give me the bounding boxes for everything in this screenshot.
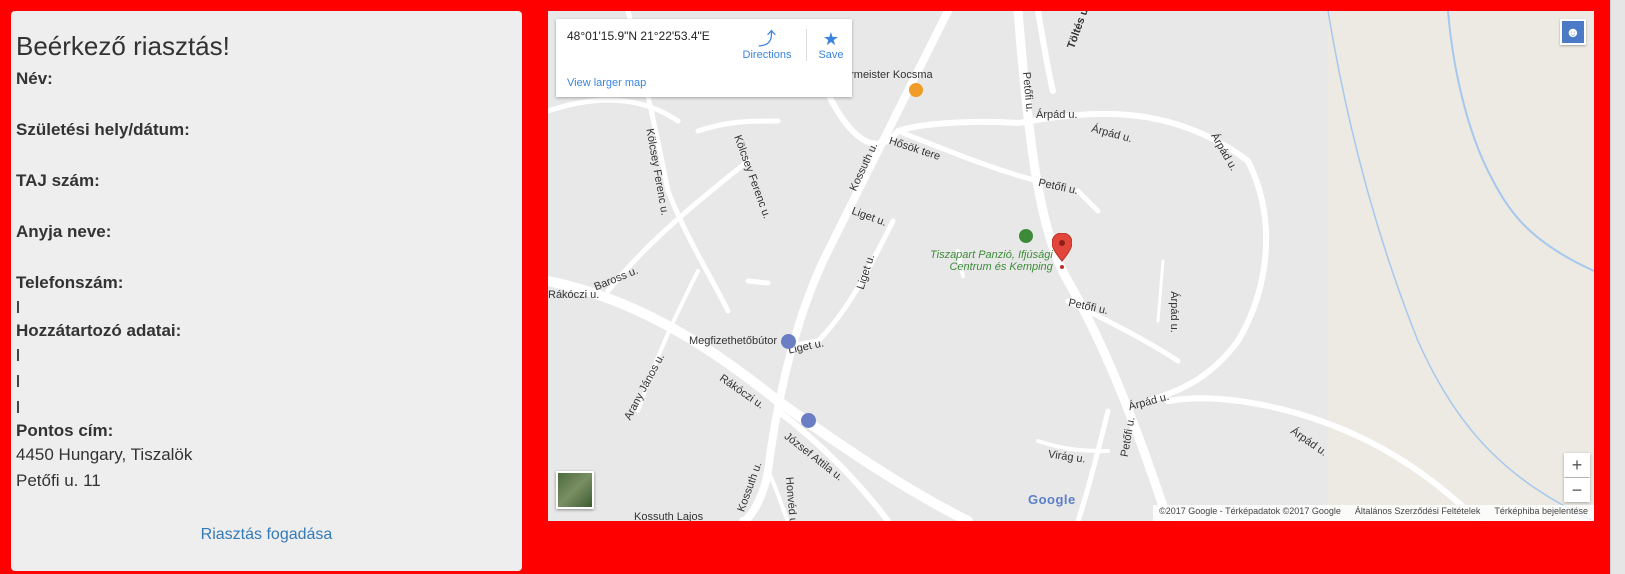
alert-title: Beérkező riasztás! xyxy=(16,31,230,61)
street-label: Árpád u. xyxy=(1036,109,1078,121)
place-label-line: Centrum és Kemping xyxy=(949,261,1053,273)
save-button[interactable]: ★ Save xyxy=(806,29,849,61)
zoom-out-button[interactable]: − xyxy=(1564,478,1590,502)
bar-icon[interactable] xyxy=(909,83,923,97)
alert-panel: Beérkező riasztás! Név: Születési hely/d… xyxy=(11,11,522,571)
relative-value xyxy=(16,368,522,394)
place-label-kocsma: ermeister Kocsma xyxy=(844,69,933,81)
shopping-icon[interactable] xyxy=(801,413,816,428)
page-scrollbar[interactable] xyxy=(1610,0,1625,574)
street-label: Árpád u. xyxy=(1167,291,1180,333)
street-toltes xyxy=(1035,11,1056,94)
map-embed[interactable]: Petőfi u. Petőfi u. Petőfi u. Petőfi u. … xyxy=(548,11,1594,521)
accept-alert-link[interactable]: Riasztás fogadása xyxy=(11,526,522,544)
address-line2: Petőfi u. 11 xyxy=(16,471,101,490)
google-logo: Google xyxy=(1028,492,1076,507)
name-label: Név: xyxy=(16,69,53,88)
relative-value xyxy=(16,394,522,420)
place-label-butor: Megfizethetőbútor xyxy=(689,335,778,347)
location-marker-icon[interactable] xyxy=(1052,233,1072,271)
street-liget xyxy=(785,218,896,349)
street-arpad-east xyxy=(1145,158,1270,404)
phone-value xyxy=(16,294,522,320)
address-line1: 4450 Hungary, Tiszalök xyxy=(16,445,193,464)
place-label-panzio: Tiszapart Panzió, Ifjúsági Centrum és Ke… xyxy=(930,249,1053,273)
place-label-kossuth-lajos: Kossuth Lajos xyxy=(634,511,704,521)
place-label-line: Tiszapart Panzió, Ifjúsági xyxy=(930,249,1053,261)
directions-label: Directions xyxy=(742,49,792,61)
terms-link[interactable]: Általános Szerződési Feltételek xyxy=(1355,506,1481,520)
copyright-text: ©2017 Google - Térképadatok ©2017 Google xyxy=(1159,506,1341,516)
coordinates-text: 48°01'15.9"N 21°22'53.4"E xyxy=(567,29,710,43)
street-label: Rákóczi u. xyxy=(548,289,600,301)
phone-label: Telefonszám: xyxy=(16,273,124,292)
directions-button[interactable]: ⤴ Directions xyxy=(742,29,792,61)
street-view-pegman-icon[interactable]: ☻ xyxy=(1560,19,1586,45)
satellite-toggle[interactable] xyxy=(556,471,594,509)
zoom-in-button[interactable]: + xyxy=(1564,453,1590,477)
map-footer: ©2017 Google - Térképadatok ©2017 Google… xyxy=(1153,505,1594,521)
street-west xyxy=(548,97,681,124)
save-label: Save xyxy=(818,49,844,61)
star-icon: ★ xyxy=(822,29,840,49)
report-error-link[interactable]: Térképhiba bejelentése xyxy=(1494,506,1588,520)
relative-label: Hozzátartozó adatai: xyxy=(16,321,182,340)
address-label: Pontos cím: xyxy=(16,421,114,440)
mother-name-label: Anyja neve: xyxy=(16,222,112,241)
campground-icon[interactable] xyxy=(1019,229,1033,243)
view-larger-map-link[interactable]: View larger map xyxy=(567,77,646,89)
directions-icon: ⤴ xyxy=(758,29,776,49)
riverbank-area xyxy=(1328,11,1594,521)
relative-value xyxy=(16,342,522,368)
taj-label: TAJ szám: xyxy=(16,171,100,190)
birth-label: Születési hely/dátum: xyxy=(16,120,190,139)
shopping-icon[interactable] xyxy=(781,334,796,349)
place-info-card: 48°01'15.9"N 21°22'53.4"E View larger ma… xyxy=(556,19,852,97)
